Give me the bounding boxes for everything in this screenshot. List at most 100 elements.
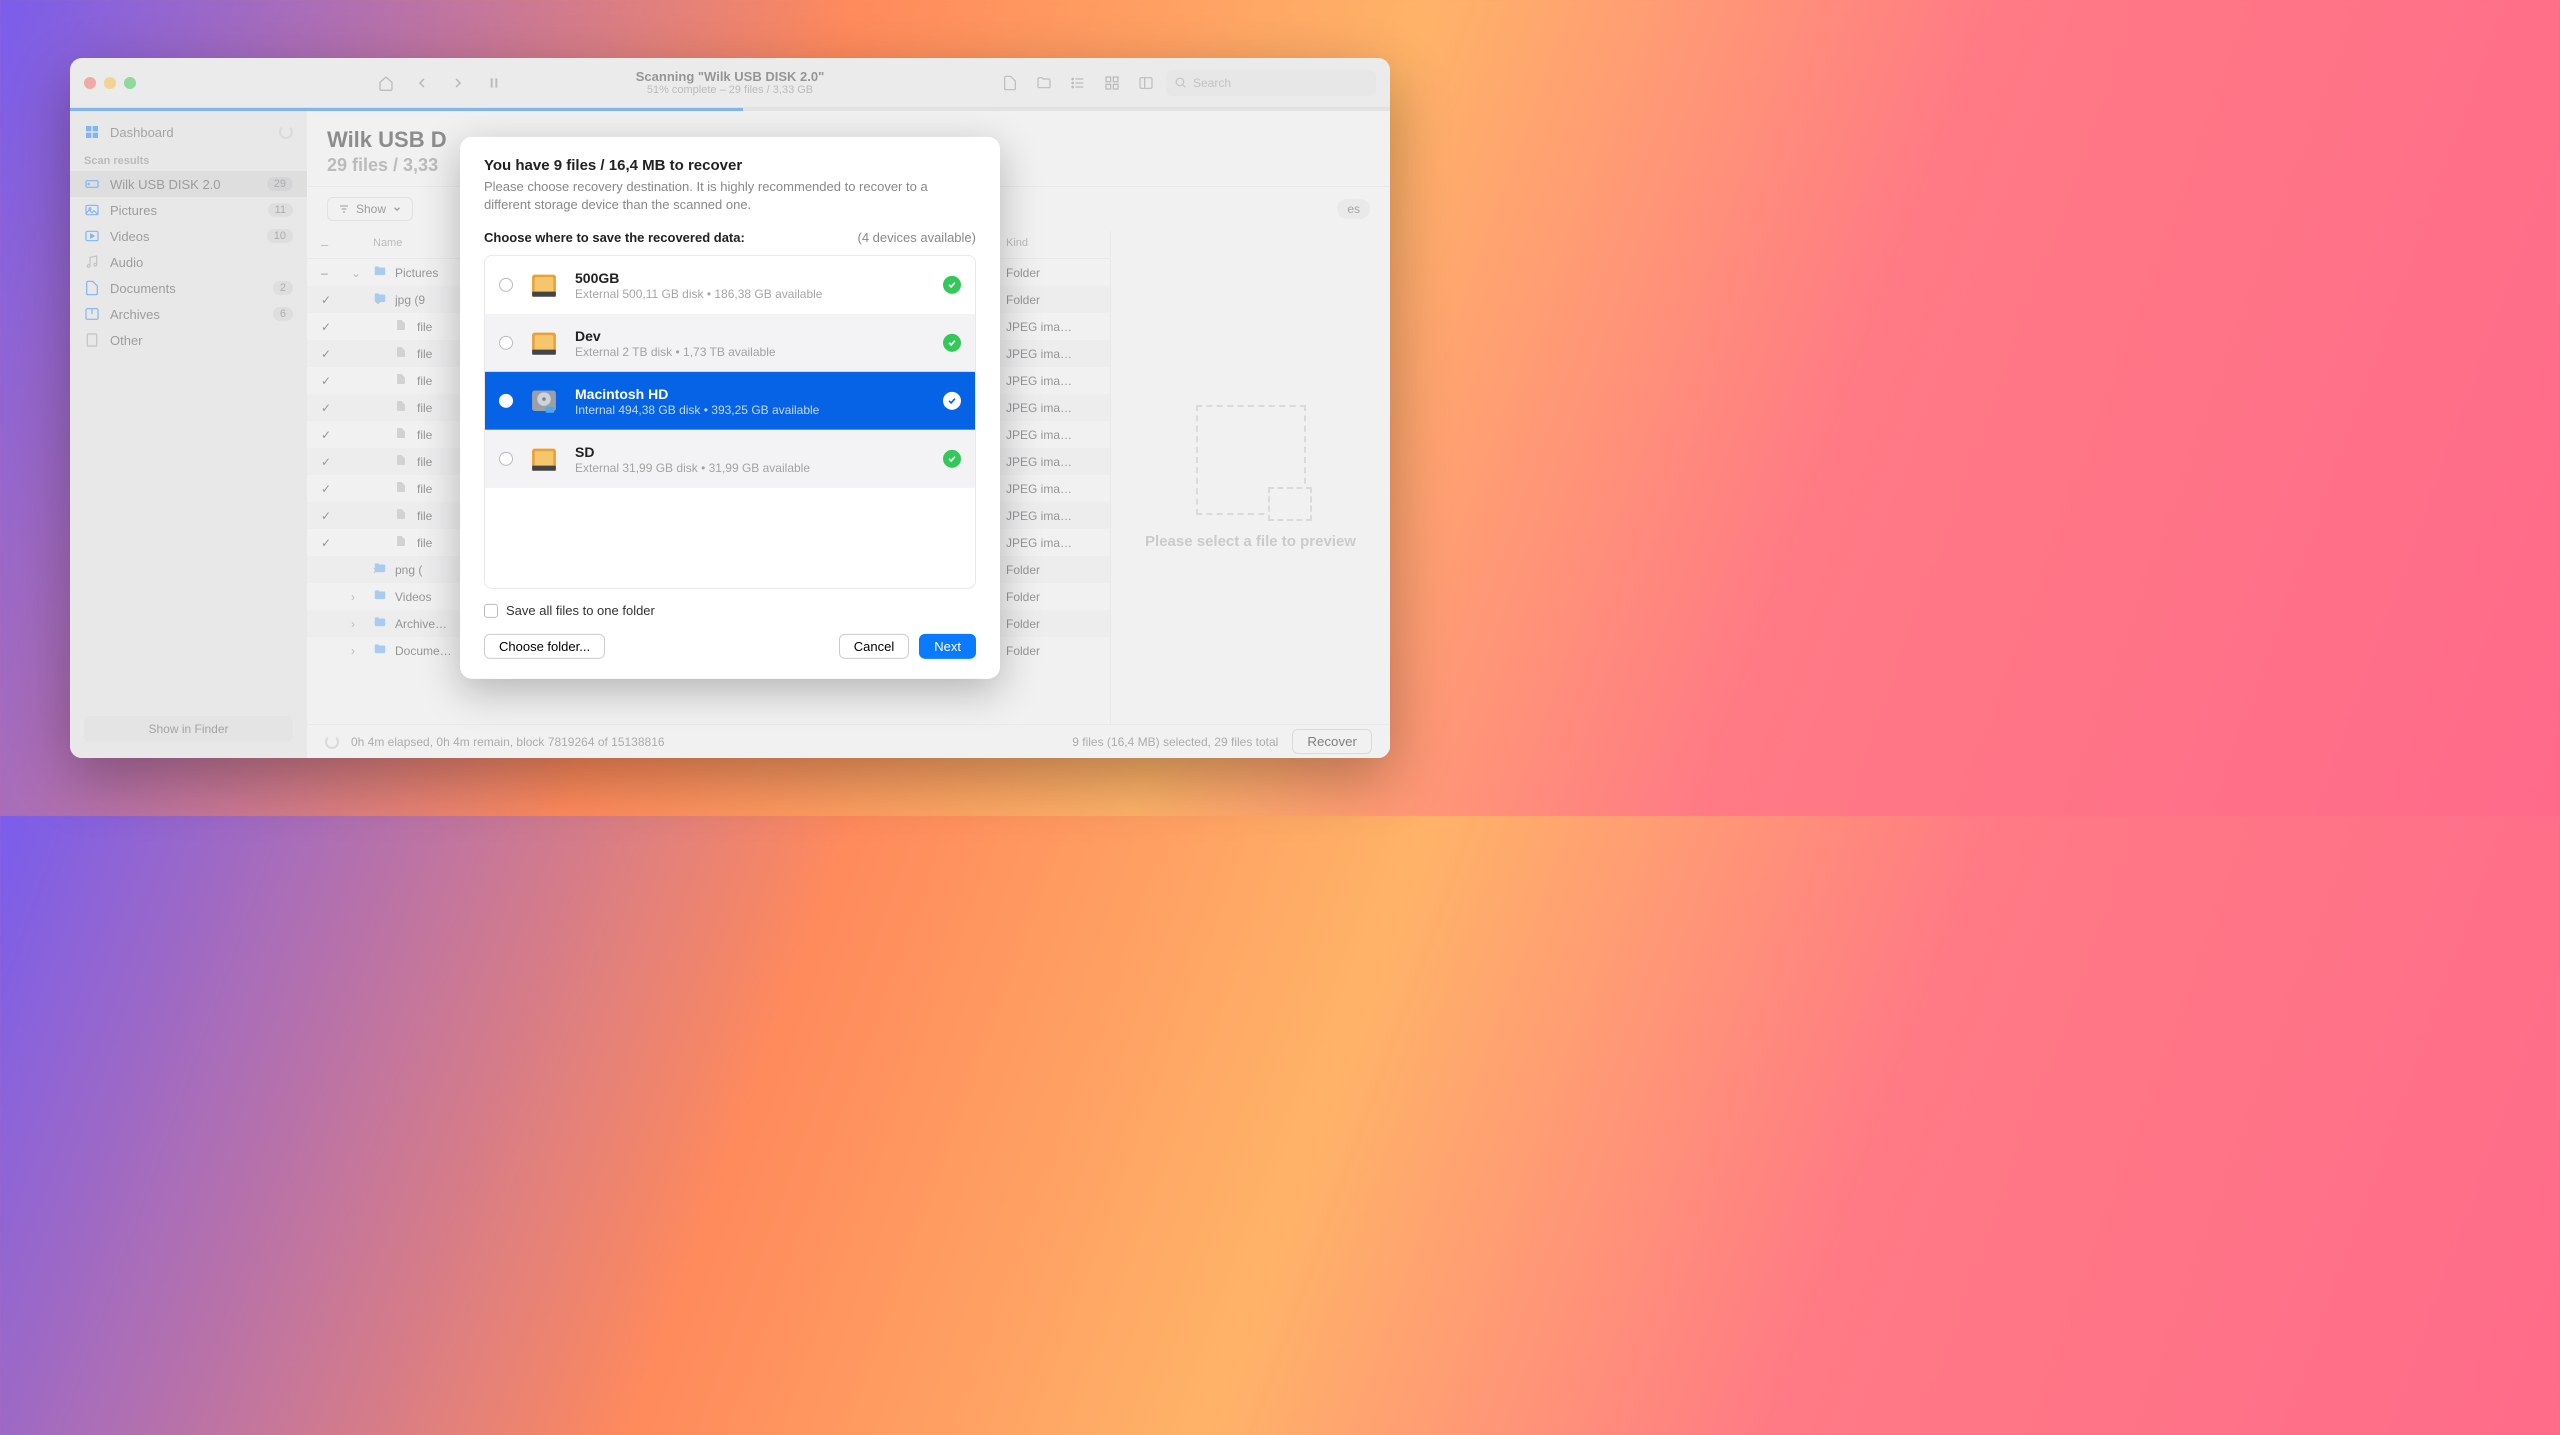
sidebar-item-archives[interactable]: Archives 6 xyxy=(70,301,307,327)
check-badge-icon xyxy=(943,334,961,352)
file-icon xyxy=(395,453,413,470)
disk-icon xyxy=(527,326,561,360)
row-disclosure[interactable]: › xyxy=(351,617,373,631)
row-checkbox[interactable]: ✓ xyxy=(321,401,351,415)
row-checkbox[interactable]: ✓ xyxy=(321,509,351,523)
choose-folder-button[interactable]: Choose folder... xyxy=(484,634,605,659)
device-row[interactable]: Dev External 2 TB disk • 1,73 TB availab… xyxy=(485,314,975,372)
chevron-down-icon xyxy=(392,204,402,214)
row-kind: JPEG ima… xyxy=(1006,482,1096,496)
filter-pill[interactable]: es xyxy=(1337,199,1370,219)
folder-icon[interactable] xyxy=(1030,69,1058,97)
device-name: SD xyxy=(575,444,929,460)
row-checkbox[interactable]: ✓ xyxy=(321,293,351,307)
device-row[interactable]: 500GB External 500,11 GB disk • 186,38 G… xyxy=(485,256,975,314)
recovery-destination-modal: You have 9 files / 16,4 MB to recover Pl… xyxy=(460,137,1000,679)
row-kind: JPEG ima… xyxy=(1006,455,1096,469)
devices-available-label: (4 devices available) xyxy=(857,230,976,245)
device-row[interactable]: SD External 31,99 GB disk • 31,99 GB ava… xyxy=(485,430,975,488)
device-radio[interactable] xyxy=(499,394,513,408)
sidebar-item-audio[interactable]: Audio xyxy=(70,249,307,275)
row-checkbox[interactable]: ✓ xyxy=(321,455,351,469)
row-kind: JPEG ima… xyxy=(1006,536,1096,550)
file-icon[interactable] xyxy=(996,69,1024,97)
sidebar-dashboard[interactable]: Dashboard xyxy=(70,119,307,145)
sidebar-item-drive[interactable]: Wilk USB DISK 2.0 29 xyxy=(70,171,307,197)
sidebar-item-label: Archives xyxy=(110,307,160,322)
close-window-button[interactable] xyxy=(84,77,96,89)
title-group: Scanning "Wilk USB DISK 2.0" 51% complet… xyxy=(636,69,824,96)
row-checkbox[interactable]: ✓ xyxy=(321,428,351,442)
file-icon xyxy=(395,507,413,524)
file-icon xyxy=(395,372,413,389)
file-icon xyxy=(395,399,413,416)
disk-icon xyxy=(527,268,561,302)
sidebar-item-pictures[interactable]: Pictures 11 xyxy=(70,197,307,223)
modal-description: Please choose recovery destination. It i… xyxy=(484,178,976,214)
column-kind[interactable]: Kind xyxy=(1006,237,1096,252)
row-kind: Folder xyxy=(1006,590,1096,604)
device-radio[interactable] xyxy=(499,278,513,292)
maximize-window-button[interactable] xyxy=(124,77,136,89)
back-button[interactable] xyxy=(408,69,436,97)
row-kind: Folder xyxy=(1006,266,1096,280)
sidebar-item-documents[interactable]: Documents 2 xyxy=(70,275,307,301)
check-badge-icon xyxy=(943,276,961,294)
search-input[interactable]: Search xyxy=(1166,70,1376,96)
device-sub: External 500,11 GB disk • 186,38 GB avai… xyxy=(575,287,929,301)
sidebar-section-header: Scan results xyxy=(70,145,307,171)
row-disclosure[interactable]: › xyxy=(351,644,373,658)
sidebar-item-other[interactable]: Other xyxy=(70,327,307,353)
row-checkbox[interactable]: ✓ xyxy=(321,374,351,388)
show-filter-button[interactable]: Show xyxy=(327,197,413,221)
recover-button[interactable]: Recover xyxy=(1292,729,1372,754)
grid-view-icon[interactable] xyxy=(1098,69,1126,97)
sidebar-item-videos[interactable]: Videos 10 xyxy=(70,223,307,249)
status-right: 9 files (16,4 MB) selected, 29 files tot… xyxy=(1072,735,1278,749)
device-radio[interactable] xyxy=(499,336,513,350)
row-disclosure[interactable]: ⌄ xyxy=(351,266,373,280)
checkbox-header[interactable]: – xyxy=(321,237,351,252)
audio-icon xyxy=(84,254,100,270)
file-icon xyxy=(395,480,413,497)
folder-icon xyxy=(373,561,391,578)
row-checkbox[interactable]: ✓ xyxy=(321,536,351,550)
sidebar-toggle-icon[interactable] xyxy=(1132,69,1160,97)
sidebar-item-label: Wilk USB DISK 2.0 xyxy=(110,177,221,192)
device-name: Dev xyxy=(575,328,929,344)
row-disclosure[interactable]: › xyxy=(351,563,373,577)
drive-icon xyxy=(84,176,100,192)
device-row[interactable]: Macintosh HD Internal 494,38 GB disk • 3… xyxy=(485,372,975,430)
show-in-finder-button[interactable]: Show in Finder xyxy=(84,716,293,742)
modal-title: You have 9 files / 16,4 MB to recover xyxy=(484,157,976,174)
minimize-window-button[interactable] xyxy=(104,77,116,89)
sidebar: Dashboard Scan results Wilk USB DISK 2.0… xyxy=(70,111,307,758)
row-checkbox[interactable]: ✓ xyxy=(321,320,351,334)
device-sub: External 31,99 GB disk • 31,99 GB availa… xyxy=(575,461,929,475)
save-one-folder-checkbox[interactable] xyxy=(484,604,498,618)
forward-button[interactable] xyxy=(444,69,472,97)
status-left: 0h 4m elapsed, 0h 4m remain, block 78192… xyxy=(351,735,665,749)
row-kind: Folder xyxy=(1006,293,1096,307)
device-sub: Internal 494,38 GB disk • 393,25 GB avai… xyxy=(575,403,929,417)
search-icon xyxy=(1174,76,1187,89)
row-checkbox[interactable]: – xyxy=(321,266,351,280)
row-disclosure[interactable]: ⌄ xyxy=(351,293,373,307)
row-checkbox[interactable]: ✓ xyxy=(321,482,351,496)
device-radio[interactable] xyxy=(499,452,513,466)
pictures-icon xyxy=(84,202,100,218)
dashboard-icon xyxy=(84,124,100,140)
row-disclosure[interactable]: › xyxy=(351,590,373,604)
device-name: Macintosh HD xyxy=(575,386,929,402)
sidebar-item-badge: 29 xyxy=(267,177,293,191)
check-badge-icon xyxy=(943,392,961,410)
next-button[interactable]: Next xyxy=(919,634,976,659)
row-kind: Folder xyxy=(1006,563,1096,577)
sidebar-item-label: Other xyxy=(110,333,143,348)
folder-icon xyxy=(373,642,391,659)
cancel-button[interactable]: Cancel xyxy=(839,634,909,659)
list-view-icon[interactable] xyxy=(1064,69,1092,97)
home-button[interactable] xyxy=(372,69,400,97)
pause-button[interactable] xyxy=(480,69,508,97)
row-checkbox[interactable]: ✓ xyxy=(321,347,351,361)
